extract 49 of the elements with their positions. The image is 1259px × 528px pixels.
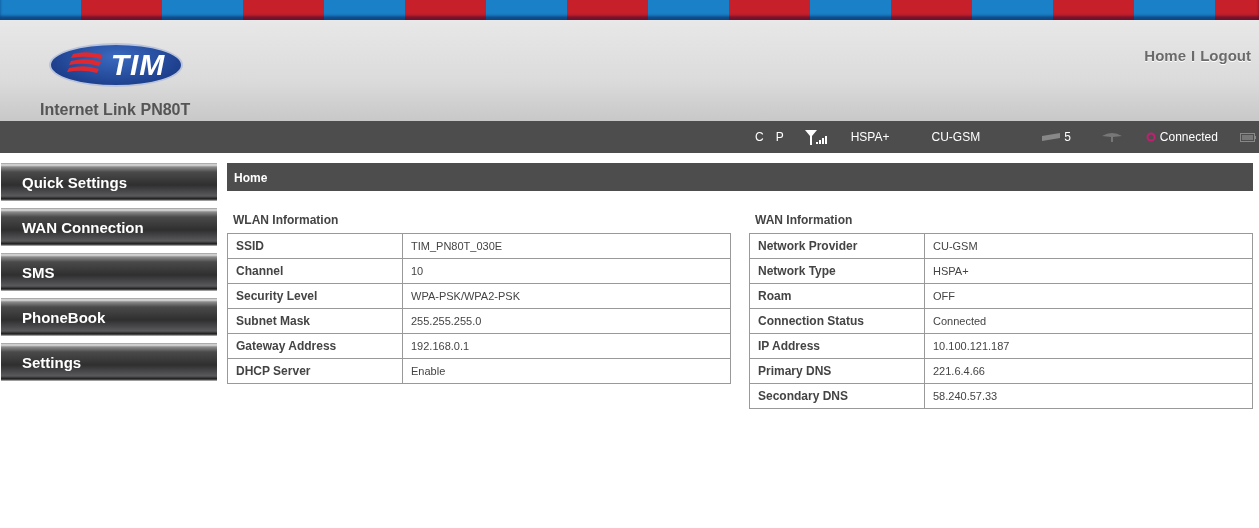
field-value: Enable [402, 358, 731, 384]
product-name: Internet Link PN80T [40, 101, 191, 119]
field-label: DHCP Server [227, 358, 403, 384]
field-label: Gateway Address [227, 333, 403, 359]
field-label: IP Address [749, 333, 925, 359]
signal-icon [804, 129, 827, 145]
field-label: Network Provider [749, 233, 925, 259]
field-value: 10.100.121.187 [924, 333, 1253, 359]
sidebar-item[interactable]: SMS [1, 253, 217, 291]
status-text: C [755, 130, 764, 144]
connected-icon [1145, 132, 1156, 142]
field-label: Secondary DNS [749, 383, 925, 409]
sidebar-item[interactable]: WAN Connection [1, 208, 217, 246]
field-value: 10 [402, 258, 731, 284]
field-label: Subnet Mask [227, 308, 403, 334]
field-value: 255.255.255.0 [402, 308, 731, 334]
field-value: 58.240.57.33 [924, 383, 1253, 409]
sidebar-item[interactable]: Quick Settings [1, 163, 217, 201]
field-label: Security Level [227, 283, 403, 309]
field-label: Channel [227, 258, 403, 284]
page-title: Home [227, 163, 1253, 191]
field-value: 192.168.0.1 [402, 333, 731, 359]
field-value: TIM_PN80T_030E [402, 233, 731, 259]
field-label: Primary DNS [749, 358, 925, 384]
field-value: Connected [924, 308, 1253, 334]
section-title: WAN Information [755, 213, 854, 227]
field-label: Roam [749, 283, 925, 309]
connection-status: Connected [1159, 130, 1218, 144]
battery-icon [1239, 132, 1256, 142]
logo: TIM [49, 43, 183, 87]
header-link[interactable]: Logout [1200, 47, 1251, 64]
section-title: WLAN Information [233, 213, 340, 227]
field-label: Connection Status [749, 308, 925, 334]
status-text: HSPA+ [850, 130, 890, 144]
field-value: HSPA+ [924, 258, 1253, 284]
field-value: 221.6.4.66 [924, 358, 1253, 384]
field-value: OFF [924, 283, 1253, 309]
status-text: CU-GSM [931, 130, 981, 144]
message-count: 5 [1064, 130, 1071, 144]
field-value: WPA-PSK/WPA2-PSK [402, 283, 731, 309]
status-text: P [775, 130, 784, 144]
field-value: CU-GSM [924, 233, 1253, 259]
roaming-icon [1101, 132, 1122, 142]
field-label: SSID [227, 233, 403, 259]
sidebar-item[interactable]: PhoneBook [1, 298, 217, 336]
field-label: Network Type [749, 258, 925, 284]
link-separator: I [1191, 47, 1196, 64]
sidebar-item[interactable]: Settings [1, 343, 217, 381]
header-link[interactable]: Home [1144, 47, 1186, 64]
